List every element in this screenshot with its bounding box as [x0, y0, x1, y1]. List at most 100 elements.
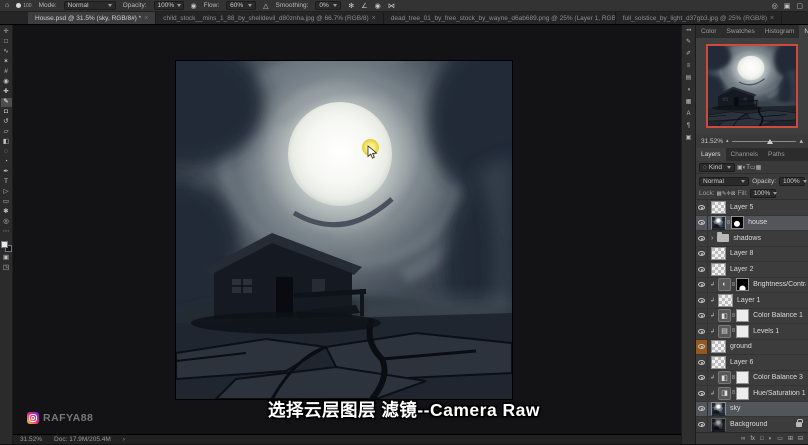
layer-mask-thumbnail[interactable] — [736, 278, 749, 291]
layer-row[interactable]: 8house — [696, 216, 808, 232]
status-zoom-field[interactable]: 31.52% — [20, 436, 42, 443]
layer-row[interactable]: Layer 2 — [696, 262, 808, 278]
search-icon[interactable]: ◎ — [772, 2, 778, 10]
zoom-in-icon[interactable]: ▴ — [799, 137, 803, 145]
brush-tool[interactable]: ✎ — [1, 98, 12, 107]
eyedropper-tool[interactable]: ◉ — [1, 78, 12, 87]
layer-effects-icon[interactable]: fx — [750, 436, 755, 442]
panel-tab-color[interactable]: Color — [696, 25, 722, 38]
layer-row[interactable]: ↲◐8Brightness/Contrast 1 — [696, 278, 808, 294]
shape-tool[interactable]: ▭ — [1, 198, 12, 207]
blend-mode-select[interactable]: Normal — [64, 1, 116, 10]
mask-link-icon[interactable]: 8 — [732, 375, 735, 381]
brush-settings-panel-icon[interactable]: ✐ — [686, 49, 691, 58]
history-brush-tool[interactable]: ↺ — [1, 118, 12, 127]
share-icon[interactable]: ▢ — [796, 2, 803, 10]
adjustment-icon[interactable]: ◧ — [718, 371, 731, 384]
foreground-color-swatch[interactable] — [1, 241, 8, 248]
layer-thumbnail[interactable] — [711, 247, 726, 260]
layer-row[interactable]: ›shadows — [696, 231, 808, 247]
eraser-tool[interactable]: ▱ — [1, 128, 12, 137]
layer-row[interactable]: ↲◧8Color Balance 3 — [696, 371, 808, 387]
tab-paths[interactable]: Paths — [763, 148, 790, 161]
smoothing-select[interactable]: 0% — [315, 1, 341, 10]
close-icon[interactable]: × — [144, 15, 148, 22]
layer-row[interactable]: ↲▤8Levels 1 — [696, 324, 808, 340]
flow-select[interactable]: 60% — [226, 1, 256, 10]
workspace-switcher-icon[interactable]: ▣ — [784, 2, 791, 10]
edit-toolbar-icon[interactable]: ⋯ — [1, 228, 12, 237]
layer-thumbnail[interactable] — [711, 340, 726, 353]
mask-link-icon[interactable]: 8 — [732, 313, 735, 319]
link-layers-icon[interactable]: ∞ — [741, 436, 745, 442]
dodge-tool[interactable]: ◔ — [1, 158, 12, 167]
path-selection-tool[interactable]: ▷ — [1, 188, 12, 197]
document-tab[interactable]: House.psd @ 31.5% (sky, RGB/8#) *× — [28, 12, 156, 24]
adjustment-icon[interactable]: ◧ — [718, 309, 731, 322]
new-adjustment-layer-icon[interactable]: ◐ — [769, 436, 773, 442]
document-tab[interactable]: full_solstice_by_light_d37gb3.jpg @ 25% … — [616, 12, 782, 24]
close-icon[interactable]: × — [372, 15, 376, 22]
healing-brush-tool[interactable]: ✚ — [1, 88, 12, 97]
clone-stamp-tool[interactable]: ◘ — [1, 108, 12, 117]
status-expand-icon[interactable]: › — [123, 436, 125, 443]
adjustments-panel-icon[interactable]: ◑ — [687, 85, 691, 94]
layer-thumbnail[interactable] — [711, 201, 726, 214]
lock-all-icon[interactable]: ⊠ — [731, 191, 736, 197]
quick-mask-icon[interactable]: ▣ — [1, 254, 12, 263]
layer-thumbnail[interactable] — [711, 356, 726, 369]
new-group-icon[interactable]: ▭ — [777, 435, 783, 442]
layer-row[interactable]: Layer 5 — [696, 200, 808, 216]
styles-panel-icon[interactable]: ▦ — [686, 97, 692, 106]
clone-source-panel-icon[interactable]: ≡ — [687, 61, 691, 70]
layer-blend-mode-select[interactable]: Normal — [699, 177, 749, 186]
mask-link-icon[interactable]: 8 — [732, 282, 735, 288]
pressure-opacity-icon[interactable]: ◉ — [191, 2, 197, 10]
navigator-zoom-slider[interactable] — [732, 141, 797, 142]
gradient-tool[interactable]: ◧ — [1, 138, 12, 147]
type-tool[interactable]: T — [1, 178, 12, 187]
add-layer-mask-icon[interactable]: □ — [760, 436, 764, 442]
mask-link-icon[interactable]: 8 — [732, 390, 735, 396]
panel-tab-histogram[interactable]: Histogram — [760, 25, 800, 38]
brush-preset-picker[interactable]: 100 — [16, 3, 31, 9]
zoom-out-icon[interactable]: ▴ — [726, 138, 729, 144]
document-canvas[interactable] — [176, 61, 512, 399]
brushes-panel-icon[interactable]: ✎ — [686, 37, 691, 46]
layer-row[interactable]: ↲Layer 1 — [696, 293, 808, 309]
layer-mask-thumbnail[interactable] — [736, 371, 749, 384]
filter-kind-select[interactable]: ◌ Kind — [699, 163, 735, 172]
lasso-tool[interactable]: ∿ — [1, 48, 12, 57]
close-icon[interactable]: × — [770, 15, 774, 22]
delete-layer-icon[interactable]: ⊟ — [798, 435, 803, 442]
pen-tool[interactable]: ✒ — [1, 168, 12, 177]
paragraph-panel-icon[interactable]: ¶ — [687, 121, 690, 130]
document-tab[interactable]: child_stock__mins_1_88_by_shelldevil_d80… — [156, 12, 383, 24]
crop-tool[interactable]: # — [1, 68, 12, 77]
move-tool[interactable]: ✛ — [1, 28, 12, 37]
marquee-tool[interactable]: □ — [1, 38, 12, 47]
symmetry-icon[interactable]: ⋈ — [388, 2, 395, 10]
adjustment-icon[interactable]: ▤ — [718, 325, 731, 338]
navigator-zoom-value[interactable]: 31.52% — [701, 138, 723, 145]
libraries-panel-icon[interactable]: ▤ — [686, 73, 692, 82]
group-expand-icon[interactable]: › — [711, 235, 713, 242]
layer-mask-thumbnail[interactable] — [736, 325, 749, 338]
hand-tool[interactable]: ✱ — [1, 208, 12, 217]
fill-select[interactable]: 100% — [750, 189, 776, 198]
brush-angle-icon[interactable]: ∠ — [361, 2, 367, 10]
opacity-select[interactable]: 100% — [154, 1, 184, 10]
smart-object-filter-icon[interactable]: ▦ — [756, 165, 762, 171]
layer-mask-thumbnail[interactable] — [736, 309, 749, 322]
home-icon[interactable]: ⌂ — [5, 2, 9, 9]
layer-row[interactable]: Layer 6 — [696, 355, 808, 371]
navigator-preview[interactable] — [706, 44, 798, 128]
pressure-size-icon[interactable]: ◉ — [375, 2, 381, 10]
layer-comps-panel-icon[interactable]: ▣ — [686, 133, 692, 142]
color-swatches[interactable] — [1, 241, 12, 252]
layer-thumbnail[interactable] — [711, 216, 726, 229]
new-layer-icon[interactable]: ⊞ — [788, 435, 793, 442]
layer-thumbnail[interactable] — [711, 263, 726, 276]
airbrush-icon[interactable]: △ — [263, 2, 268, 10]
quick-selection-tool[interactable]: ✶ — [1, 58, 12, 67]
